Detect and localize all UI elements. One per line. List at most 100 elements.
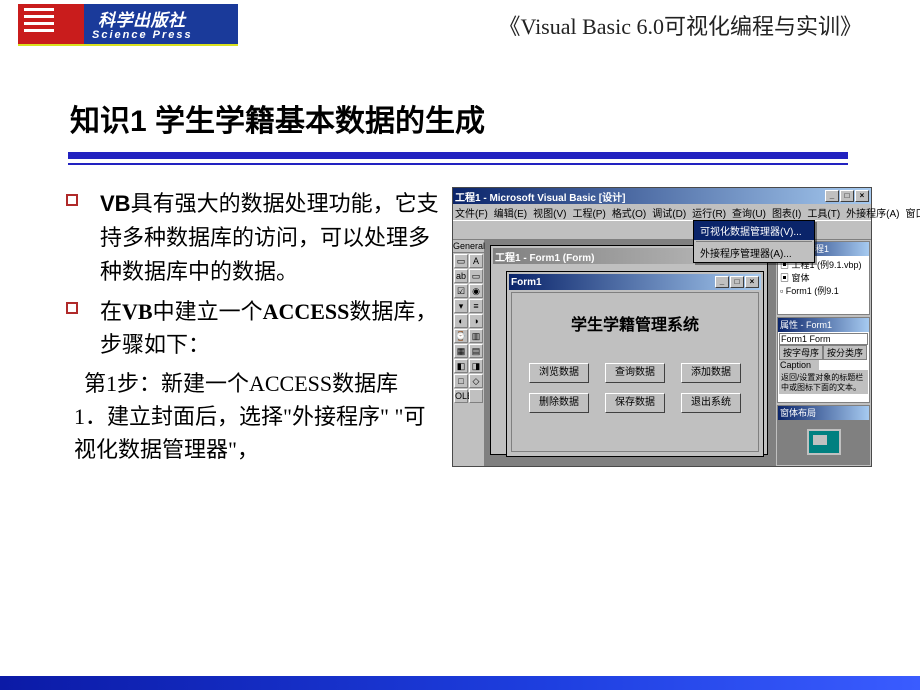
maximize-button[interactable]: □ <box>840 190 854 202</box>
designer-window[interactable]: 工程1 - Form1 (Form) _ □ × Form1 _ □ × <box>491 246 767 454</box>
toolbox-tool[interactable]: ▾ <box>454 299 468 313</box>
menu-item-visual-data-manager[interactable]: 可视化数据管理器(V)... <box>694 221 814 240</box>
form-layout-panel[interactable]: 窗体布局 <box>777 405 870 465</box>
toolbox-tool[interactable]: ◧ <box>454 359 468 373</box>
toolbox-tool[interactable]: ▭ <box>469 269 483 283</box>
toolbar-button[interactable] <box>601 222 617 238</box>
text-bold: VB <box>100 191 131 216</box>
toolbox-tool[interactable]: ◑ <box>469 314 483 328</box>
toolbox-tool[interactable]: ◨ <box>469 359 483 373</box>
toolbox-tool[interactable]: ▤ <box>469 344 483 358</box>
toolbar-button[interactable] <box>489 222 505 238</box>
main-window-titlebar: 工程1 - Microsoft Visual Basic [设计] _ □ × <box>453 188 871 204</box>
menu-item[interactable]: 调试(D) <box>652 205 686 220</box>
toolbar-button[interactable] <box>657 222 673 238</box>
toolbar-button[interactable] <box>674 222 690 238</box>
addins-dropdown-menu[interactable]: 可视化数据管理器(V)... 外接程序管理器(A)... <box>693 220 815 263</box>
menu-item[interactable]: 文件(F) <box>455 205 488 220</box>
menu-item[interactable]: 工程(P) <box>572 205 605 220</box>
maximize-button[interactable]: □ <box>730 276 744 288</box>
menu-item[interactable]: 工具(T) <box>807 205 840 220</box>
square-bullet-icon <box>66 302 78 314</box>
form-button[interactable]: 浏览数据 <box>529 363 589 383</box>
toolbox-tool[interactable]: ⌚ <box>454 329 468 343</box>
property-value[interactable] <box>819 360 868 370</box>
menu-item[interactable]: 窗口(W) <box>906 205 920 220</box>
toolbox-tool[interactable]: ◇ <box>469 374 483 388</box>
properties-tab-alpha[interactable]: 按字母序 <box>779 345 823 360</box>
form-button[interactable]: 添加数据 <box>681 363 741 383</box>
toolbox-tool[interactable]: ≡ <box>469 299 483 313</box>
right-panels: 工程 - 工程1 ▣ 工程1 (例9.1.vbp) ▣ 窗体 ▫ Form1 (… <box>775 240 871 466</box>
minimize-button[interactable]: _ <box>715 276 729 288</box>
form-design-surface[interactable]: 学生学籍管理系统 浏览数据查询数据添加数据删除数据保存数据退出系统 <box>511 292 759 452</box>
toolbar-button[interactable] <box>511 222 527 238</box>
properties-panel-title: 属性 - Form1 <box>778 318 869 332</box>
toolbox-tool[interactable]: ▥ <box>469 329 483 343</box>
form-layout-title: 窗体布局 <box>778 406 869 420</box>
screen-icon <box>807 429 841 455</box>
designer-window-title: 工程1 - Form1 (Form) <box>495 249 594 264</box>
bullet-item: 在VB中建立一个ACCESS数据库，步骤如下： <box>60 295 440 361</box>
toolbar-button[interactable] <box>545 222 561 238</box>
menu-item-addin-manager[interactable]: 外接程序管理器(A)... <box>694 243 814 262</box>
square-bullet-icon <box>66 194 78 206</box>
toolbar-button[interactable] <box>584 222 600 238</box>
tree-node[interactable]: ▫ Form1 (例9.1 <box>780 284 867 297</box>
form-caption-label: 学生学籍管理系统 <box>512 311 758 335</box>
form-button[interactable]: 保存数据 <box>605 393 665 413</box>
text-column: VB具有强大的数据处理功能，它支持多种数据库的访问，可以处理多种数据库中的数据。… <box>60 187 440 466</box>
toolbar-button[interactable] <box>562 222 578 238</box>
text: 在 <box>100 299 122 324</box>
form-window[interactable]: Form1 _ □ × 学生学籍管理系统 浏览数据查询数据添加数据删除数据保存数… <box>507 272 763 456</box>
minimize-button[interactable]: _ <box>825 190 839 202</box>
property-description: 返回/设置对象的标题栏中或图标下面的文本。 <box>779 371 868 394</box>
heading-rule <box>68 152 848 165</box>
form-layout-body[interactable] <box>778 420 869 464</box>
toolbar-button[interactable] <box>455 222 471 238</box>
toolbox-tool[interactable]: ▦ <box>454 344 468 358</box>
toolbox-tool[interactable]: ▭ <box>454 254 468 268</box>
text-bold: VB <box>122 299 153 324</box>
project-tree[interactable]: ▣ 工程1 (例9.1.vbp) ▣ 窗体 ▫ Form1 (例9.1 <box>778 256 869 314</box>
menu-item[interactable]: 视图(V) <box>533 205 566 220</box>
bottom-accent-bar <box>0 676 920 690</box>
toolbox-tool[interactable]: □ <box>454 374 468 388</box>
toolbox-tool[interactable]: A <box>469 254 483 268</box>
vb6-screenshot: 工程1 - Microsoft Visual Basic [设计] _ □ × … <box>452 187 872 467</box>
close-button[interactable]: × <box>745 276 759 288</box>
logo-text-cn: 科学出版社 <box>98 6 186 31</box>
menu-item[interactable]: 图表(I) <box>772 205 801 220</box>
form-button[interactable]: 查询数据 <box>605 363 665 383</box>
toolbox-tool[interactable]: OLE <box>454 389 468 403</box>
toolbox-tool[interactable]: ◐ <box>454 314 468 328</box>
menu-item[interactable]: 运行(R) <box>692 205 726 220</box>
properties-panel[interactable]: 属性 - Form1 Form1 Form 按字母序 按分类序 Caption … <box>777 317 870 403</box>
toolbar-button[interactable] <box>640 222 656 238</box>
menu-item[interactable]: 编辑(E) <box>494 205 527 220</box>
step-1-label: 第1步：新建一个ACCESS数据库 <box>84 367 440 400</box>
toolbox[interactable]: General ▭Aab▭☑◉▾≡◐◑⌚▥▦▤◧◨□◇OLE <box>453 240 485 466</box>
toolbox-tool[interactable]: ◉ <box>469 284 483 298</box>
toolbox-tool[interactable]: ab <box>454 269 468 283</box>
toolbox-tool[interactable]: ☑ <box>454 284 468 298</box>
close-button[interactable]: × <box>855 190 869 202</box>
form-window-title: Form1 <box>511 277 542 288</box>
form-button[interactable]: 删除数据 <box>529 393 589 413</box>
toolbox-tool[interactable] <box>469 389 483 403</box>
properties-tab-category[interactable]: 按分类序 <box>823 345 867 360</box>
menu-item[interactable]: 查询(U) <box>732 205 766 220</box>
properties-object-selector[interactable]: Form1 Form <box>779 333 868 345</box>
toolbar-button[interactable] <box>472 222 488 238</box>
toolbar-button[interactable] <box>618 222 634 238</box>
text: 具有强大的数据处理功能，它支持多种数据库的访问，可以处理多种数据库中的数据。 <box>100 191 439 284</box>
menu-bar[interactable]: 文件(F) 编辑(E) 视图(V) 工程(P) 格式(O) 调试(D) 运行(R) 查询(U)… <box>453 204 871 220</box>
menu-item[interactable]: 外接程序(A) <box>846 205 899 220</box>
form-button[interactable]: 退出系统 <box>681 393 741 413</box>
main-window-title: 工程1 - Microsoft Visual Basic [设计] <box>455 189 625 204</box>
tree-node[interactable]: ▣ 窗体 <box>780 271 867 284</box>
menu-item[interactable]: 格式(O) <box>612 205 646 220</box>
text: 中建立一个 <box>153 299 263 324</box>
mdi-area: 工程1 - Form1 (Form) _ □ × Form1 _ □ × <box>485 240 775 466</box>
toolbar-button[interactable] <box>528 222 544 238</box>
